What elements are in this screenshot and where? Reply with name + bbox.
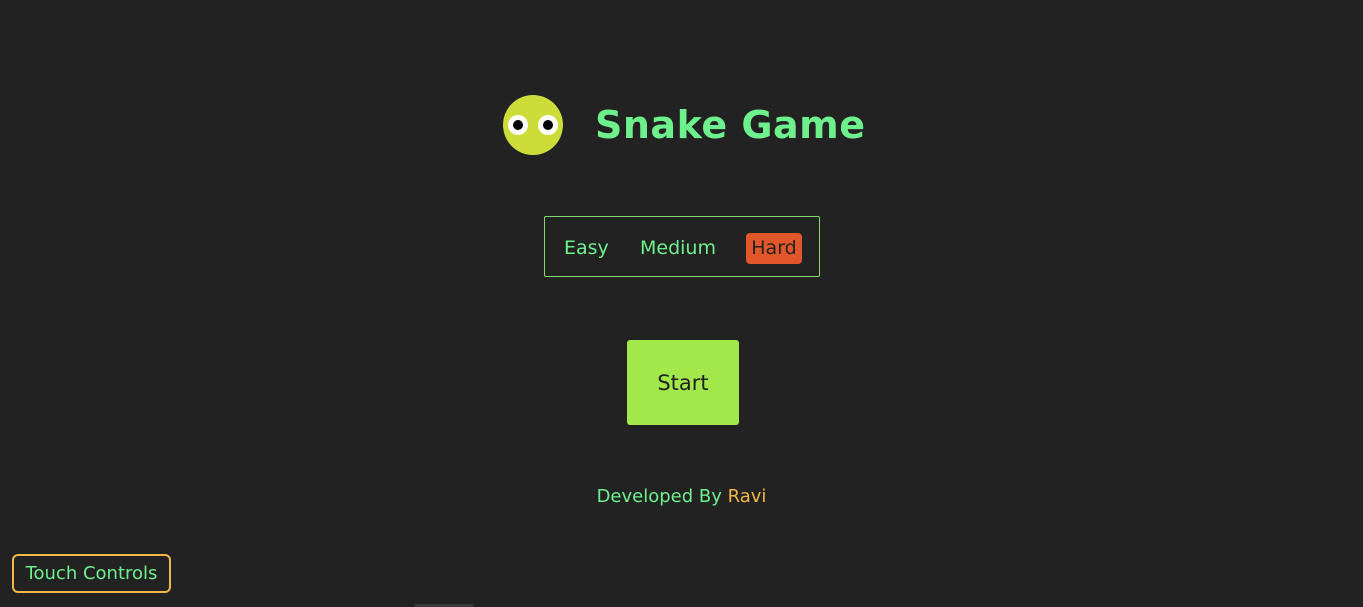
game-title: Snake Game xyxy=(595,103,866,147)
right-pupil xyxy=(543,120,553,130)
difficulty-easy-option[interactable]: Easy xyxy=(564,233,609,264)
right-eye xyxy=(538,115,558,135)
left-eye xyxy=(508,115,528,135)
difficulty-selector: Easy Medium Hard xyxy=(544,216,820,277)
snake-face-icon xyxy=(503,95,563,155)
developed-by-label: Developed By xyxy=(596,486,722,507)
difficulty-hard-option[interactable]: Hard xyxy=(746,233,802,264)
difficulty-medium-option[interactable]: Medium xyxy=(640,233,716,264)
developer-credit: Developed By Ravi xyxy=(0,486,1363,507)
touch-controls-button[interactable]: Touch Controls xyxy=(12,554,171,593)
author-name: Ravi xyxy=(727,486,767,507)
game-header: Snake Game xyxy=(503,95,866,155)
start-button[interactable]: Start xyxy=(627,340,739,425)
left-pupil xyxy=(513,120,523,130)
